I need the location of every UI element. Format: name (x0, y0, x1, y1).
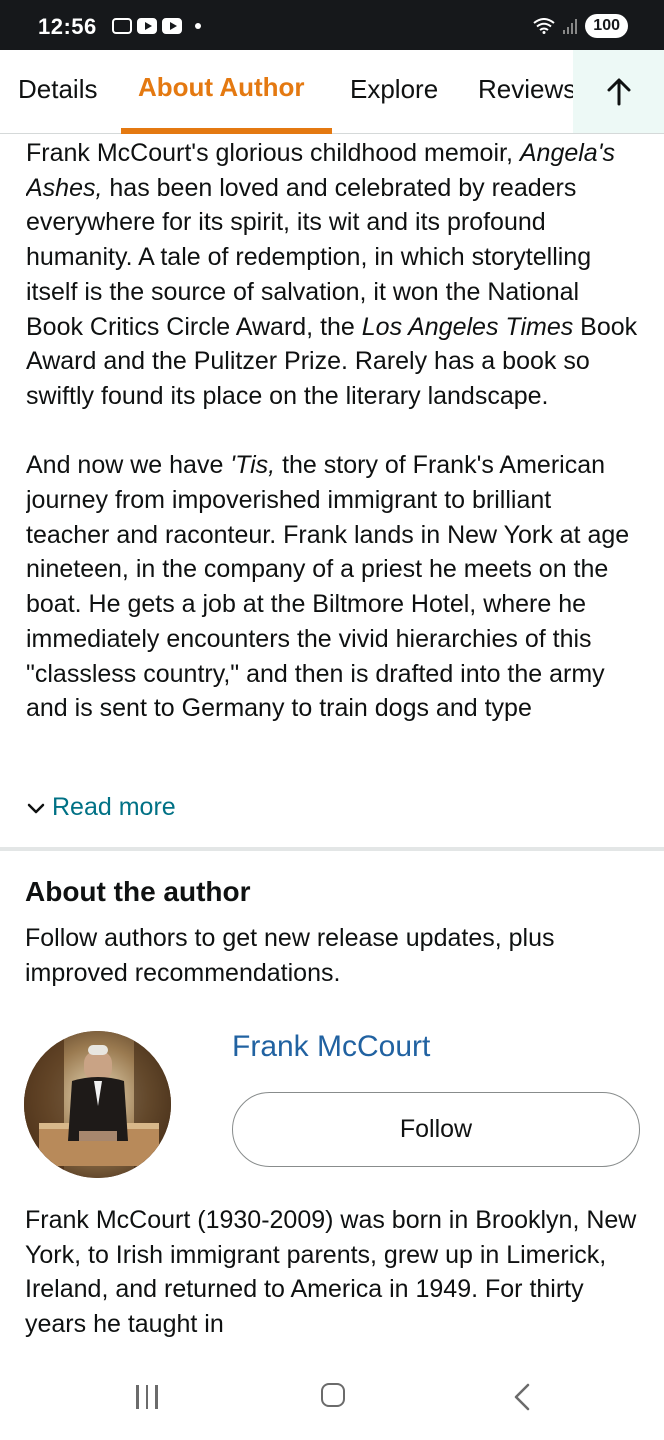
book-title-italic: 'Tis, (230, 451, 276, 480)
text-fade-overlay (26, 763, 638, 793)
tab-explore[interactable]: Explore (350, 74, 438, 105)
description-text: the story of Frank's American journey fr… (26, 451, 630, 723)
dot-icon (195, 23, 201, 29)
scroll-to-top-button[interactable] (573, 50, 664, 133)
chevron-down-icon (27, 803, 45, 813)
author-photo (24, 1031, 171, 1178)
youtube-icon (137, 18, 157, 34)
author-bio: Frank McCourt (1930-2009) was born in Br… (25, 1206, 637, 1339)
description-text: And now we have (26, 451, 231, 480)
battery-icon: 100 (585, 14, 628, 38)
follow-button-label: Follow (399, 1115, 473, 1143)
screenshot-icon (112, 18, 132, 34)
description-text: Frank McCourt's glorious childhood memoi… (26, 139, 520, 167)
status-bar: 12:56 100 (0, 0, 664, 50)
wifi-icon (533, 18, 555, 34)
tab-details[interactable]: Details (18, 74, 97, 105)
youtube-icon (162, 18, 182, 34)
status-system-icons: 100 (533, 14, 628, 38)
about-author-subtitle: Follow authors to get new release update… (25, 924, 555, 987)
status-time: 12:56 (38, 14, 97, 39)
tab-reviews[interactable]: Reviews (478, 74, 576, 105)
arrow-up-icon (607, 78, 630, 105)
section-divider (0, 847, 664, 851)
active-tab-indicator (121, 128, 332, 134)
description-body: Frank McCourt's glorious childhood memoi… (26, 136, 638, 793)
description-paragraph: And now we have 'Tis, the story of Frank… (26, 448, 638, 726)
recent-apps-icon[interactable] (136, 1385, 158, 1409)
home-icon[interactable] (321, 1383, 345, 1407)
read-more-label: Read more (52, 793, 176, 821)
newspaper-title-italic: Los Angeles Times (361, 312, 574, 341)
back-icon[interactable] (510, 1383, 534, 1411)
follow-button[interactable]: Follow (232, 1092, 640, 1167)
about-author-heading: About the author (25, 876, 251, 907)
status-notification-icons (112, 18, 201, 34)
tab-bar: Details About Author Explore Reviews (0, 50, 664, 134)
read-more-link[interactable]: Read more (26, 793, 176, 822)
battery-level: 100 (593, 17, 620, 34)
system-navigation-bar (0, 1356, 664, 1440)
author-name-link[interactable]: Frank McCourt (232, 1030, 430, 1064)
signal-icon (563, 18, 578, 34)
tab-about-author[interactable]: About Author (138, 72, 305, 103)
book-description: Frank McCourt's glorious childhood memoi… (26, 136, 638, 793)
description-paragraph: Frank McCourt's glorious childhood memoi… (26, 136, 638, 414)
author-avatar[interactable] (24, 1031, 171, 1178)
